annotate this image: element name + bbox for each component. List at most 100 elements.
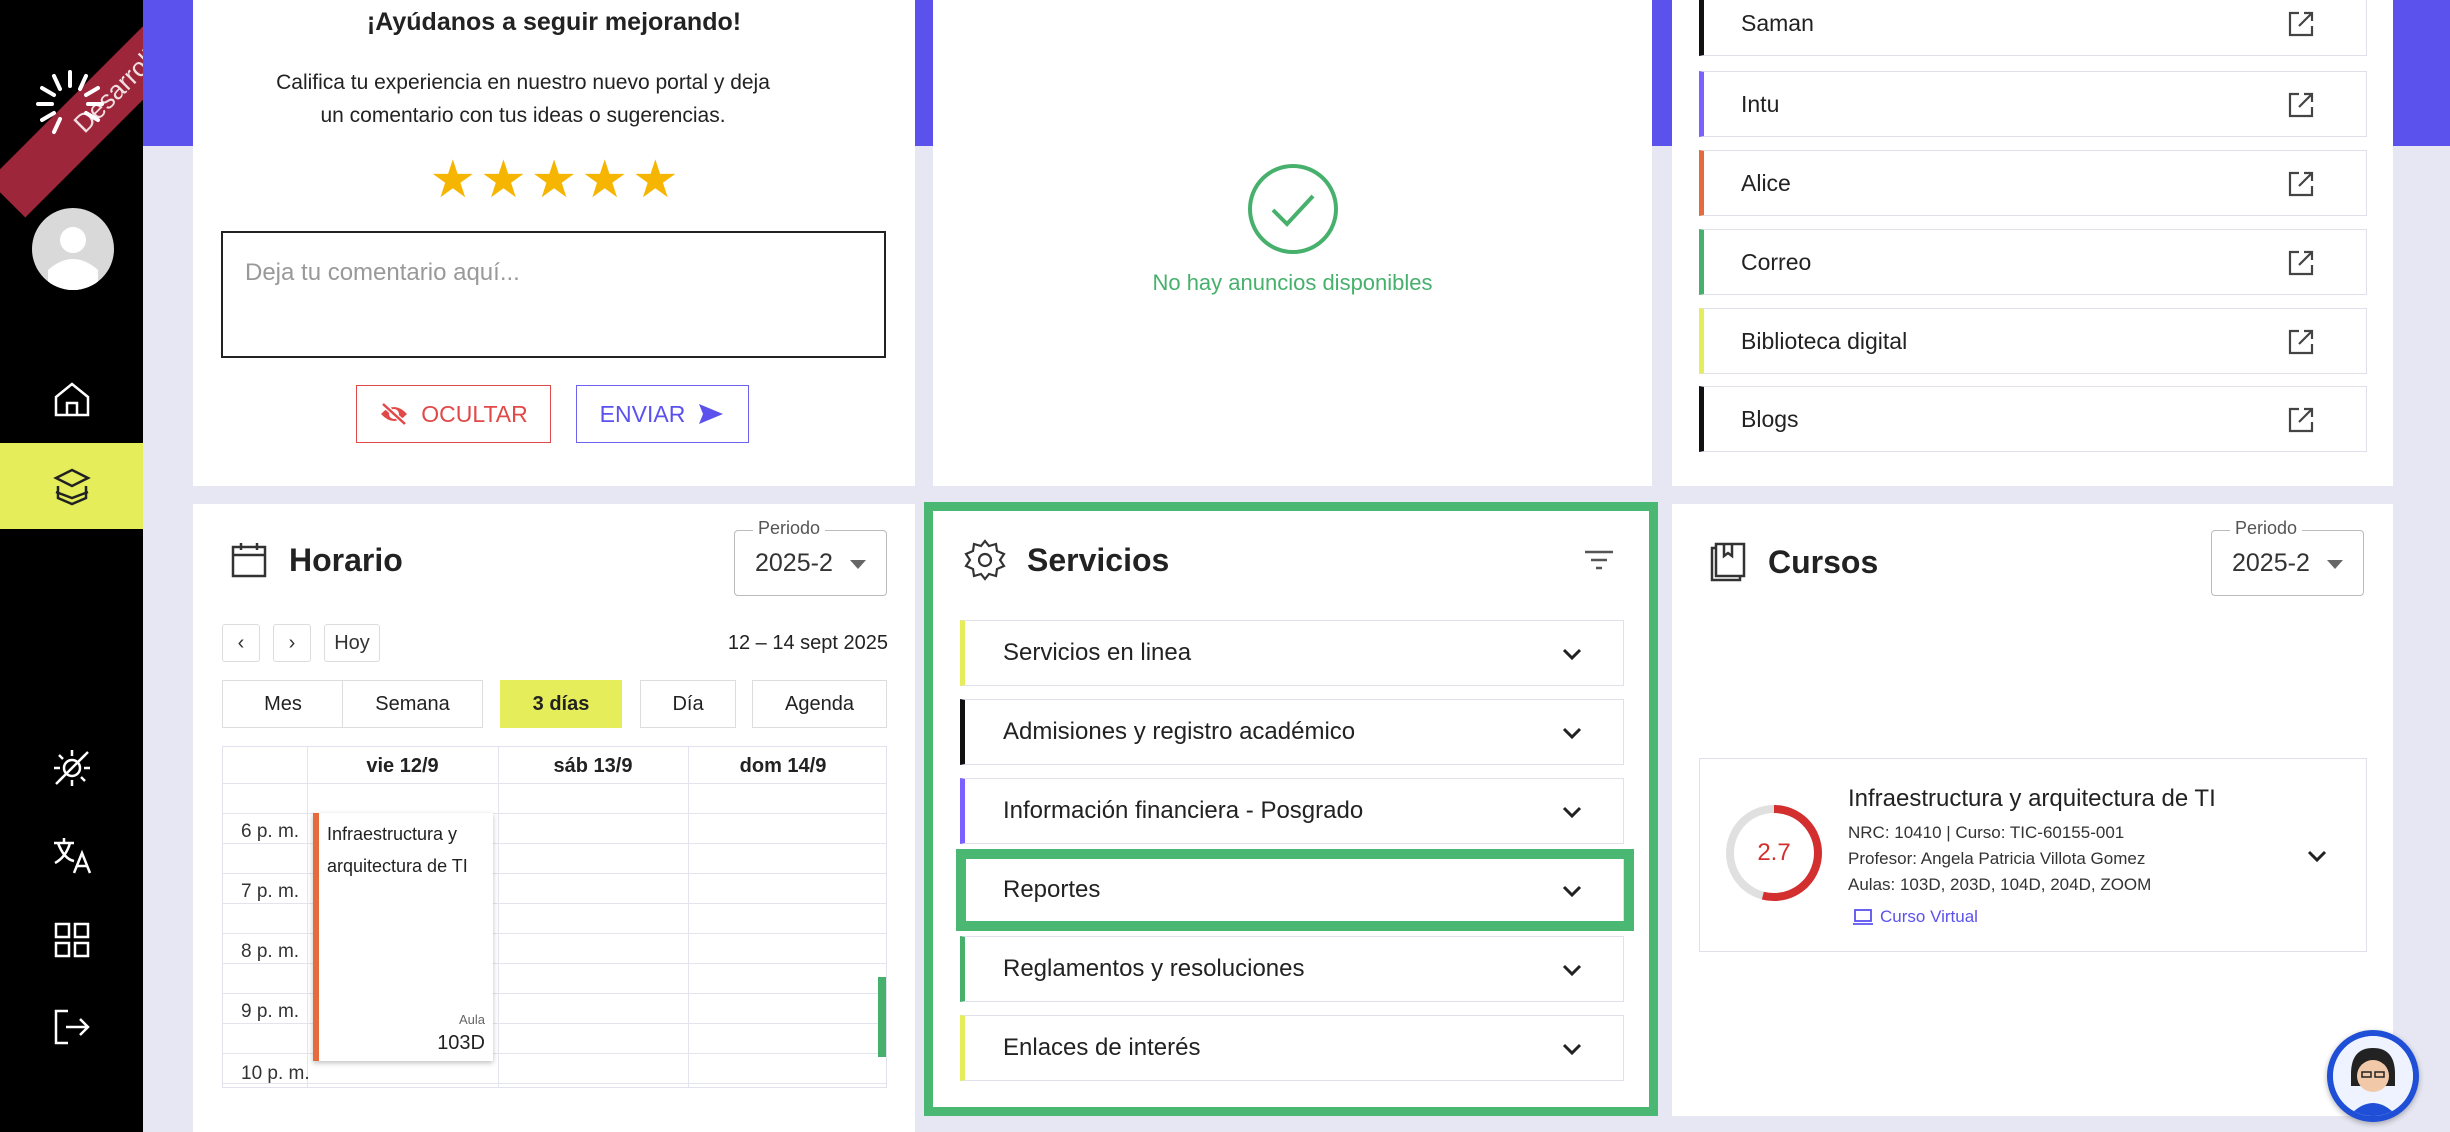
logo-icon [30,64,110,144]
link-label: Intu [1741,90,1780,117]
user-avatar[interactable] [32,208,114,290]
hide-button-label: OCULTAR [421,400,528,427]
sidebar: Desarrollo [0,0,252,1132]
view-day-button[interactable]: Día [640,680,736,728]
theme-icon [53,750,90,786]
view-month-button[interactable]: Mes [222,680,344,728]
link-blogs[interactable]: Blogs [1699,386,2367,452]
virtual-course-link[interactable]: Curso Virtual [1852,907,1978,927]
hour-label: 9 p. m. [241,1001,300,1022]
send-button[interactable]: ENVIAR [576,385,749,443]
link-label: Correo [1741,248,1812,275]
external-link-icon [2288,407,2314,433]
today-button[interactable]: Hoy [324,624,380,662]
hour-label: 8 p. m. [241,941,300,962]
translate-icon [53,838,91,874]
assistant-chat-button[interactable] [2327,1030,2419,1122]
virtual-course-label: Curso Virtual [1880,907,1978,926]
course-rooms: Aulas: 103D, 203D, 104D, 204D, ZOOM [1848,875,2152,894]
sidebar-item-courses[interactable] [0,443,143,529]
apps-icon [54,922,89,958]
comment-input[interactable] [221,231,886,358]
hide-button[interactable]: OCULTAR [356,385,551,443]
day-header: dom 14/9 [739,755,827,777]
chevron-down-icon [1562,1043,1582,1056]
date-range: 12 – 14 sept 2025 [727,632,888,654]
hour-label: 6 p. m. [241,821,300,842]
link-label: Saman [1741,9,1814,36]
link-label: Alice [1741,169,1791,196]
hour-label: 7 p. m. [241,881,300,902]
scrollbar-thumb[interactable] [878,977,886,1057]
courses-period-select[interactable]: Periodo 2025-2 [2211,518,2364,596]
courses-header: Cursos [1708,540,1878,584]
schedule-header: Horario [229,540,403,580]
day-header: sáb 13/9 [553,755,633,777]
sidebar-item-apps[interactable] [0,897,143,983]
prev-button[interactable]: ‹ [222,624,260,662]
hour-label: 10 p. m. [241,1063,310,1084]
service-item-admissions[interactable]: Admisiones y registro académico [960,699,1624,765]
external-link-icon [2288,11,2314,37]
event-room-label: Aula [458,1012,485,1027]
service-label: Enlaces de interés [1003,1034,1201,1061]
service-item-financial[interactable]: Información financiera - Posgrado [960,778,1624,844]
external-link-icon [2288,171,2314,197]
service-label: Reglamentos y resoluciones [1003,955,1305,982]
service-item-links[interactable]: Enlaces de interés [960,1015,1624,1081]
service-item-online[interactable]: Servicios en linea [960,620,1624,686]
sidebar-item-language[interactable] [0,812,143,898]
star-icon[interactable]: ★ [531,152,578,208]
eye-off-icon [381,402,408,426]
link-intu[interactable]: Intu [1699,71,2367,137]
chevron-down-icon[interactable] [2306,847,2328,865]
course-title: Infraestructura y arquitectura de TI [1848,785,2216,812]
caret-down-icon [850,560,866,569]
avatar-icon [48,227,98,290]
event-room: 103D [437,1032,485,1054]
view-week-button[interactable]: Semana [342,680,483,728]
course-nrc: NRC: 10410 | Curso: TIC-60155-001 [1848,823,2125,842]
star-icon[interactable]: ★ [429,152,476,208]
chevron-down-icon [1562,964,1582,977]
period-label: Periodo [753,518,826,539]
service-item-regulations[interactable]: Reglamentos y resoluciones [960,936,1624,1002]
book-icon [1710,542,1746,582]
course-item[interactable]: 2.7 Infraestructura y arquitectura de TI… [1699,758,2367,952]
day-header: vie 12/9 [366,755,439,777]
announcements-card: No hay anuncios disponibles [933,0,1652,486]
caret-down-icon [2327,560,2343,569]
chevron-down-icon [1562,806,1582,819]
sidebar-item-logout[interactable] [0,984,143,1070]
laptop-icon [1853,909,1873,925]
calendar-grid: vie 12/9 sáb 13/9 dom 14/9 6 p. m. 7 p. … [222,746,887,1088]
sidebar-item-theme[interactable] [0,725,143,811]
star-icon[interactable]: ★ [480,152,527,208]
schedule-period-select[interactable]: Periodo 2025-2 [734,518,887,596]
view-agenda-button[interactable]: Agenda [752,680,887,728]
service-label: Admisiones y registro académico [1003,718,1356,745]
reports-highlight-frame [956,849,1634,931]
no-announcements-text: No hay anuncios disponibles [1152,270,1433,295]
next-button[interactable]: › [273,624,311,662]
link-biblioteca-digital[interactable]: Biblioteca digital [1699,308,2367,374]
send-button-label: ENVIAR [599,400,686,427]
star-icon[interactable]: ★ [632,152,679,208]
link-correo[interactable]: Correo [1699,229,2367,295]
view-3days-button[interactable]: 3 días [500,680,622,728]
link-saman[interactable]: Saman [1699,0,2367,56]
calendar-event[interactable]: Infraestructura y arquitectura de TI Aul… [313,813,493,1061]
period-value: 2025-2 [755,549,833,577]
star-icon[interactable]: ★ [581,152,628,208]
logout-icon [54,1009,90,1045]
feedback-description: Califica tu experiencia en nuestro nuevo… [276,71,770,127]
courses-icon [52,468,91,506]
feedback-title: ¡Ayúdanos a seguir mejorando! [366,8,742,36]
chevron-down-icon [1562,648,1582,661]
sidebar-item-home[interactable] [0,356,143,442]
schedule-title: Horario [289,541,403,578]
header-band [143,0,193,146]
assistant-avatar-icon [2333,1036,2413,1116]
links-card: Saman Intu Alice Correo Biblioteca digit… [1672,0,2393,486]
link-alice[interactable]: Alice [1699,150,2367,216]
